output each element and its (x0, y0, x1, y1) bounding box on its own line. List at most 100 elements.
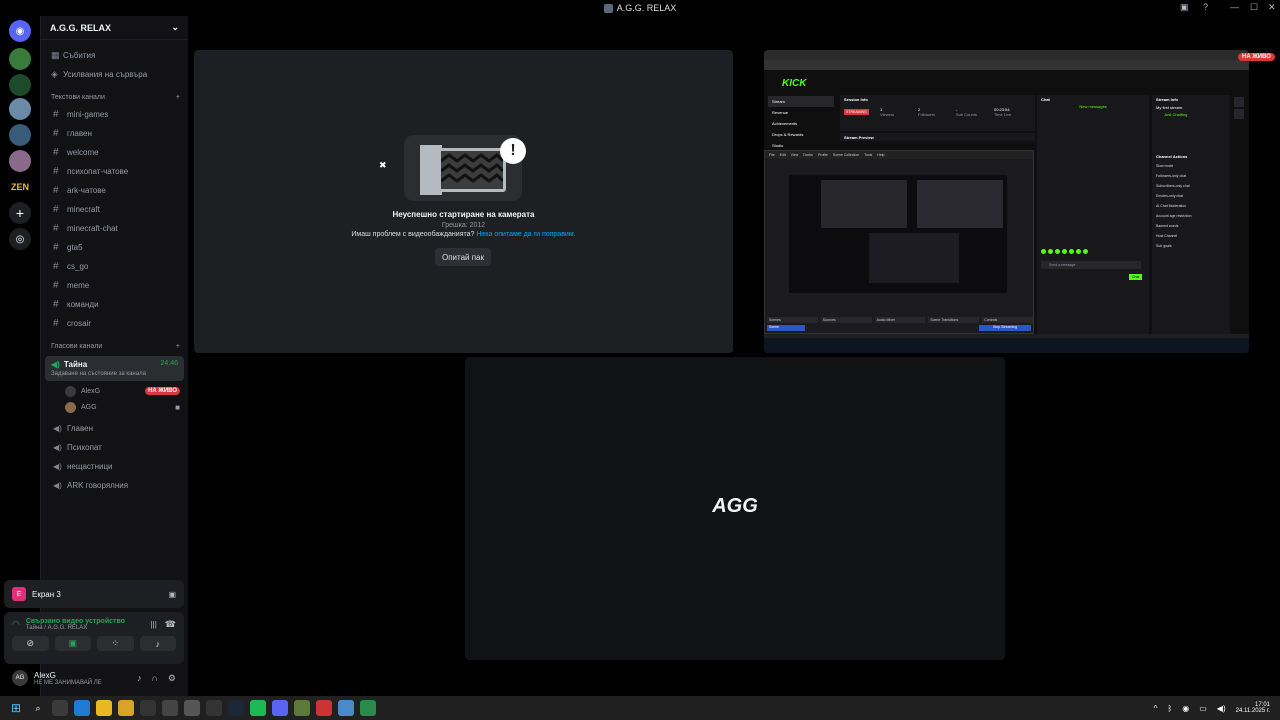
stream-tile[interactable]: KICK Stream Revenue Achievements Drops & Re… (764, 50, 1249, 353)
network-icon[interactable]: ▭ (1199, 704, 1207, 713)
start-icon[interactable]: ⊞ (8, 700, 24, 716)
server-icon-zen[interactable]: ZEN (9, 176, 31, 198)
capcut-icon[interactable] (184, 700, 200, 716)
voice-channel-item[interactable]: ◀) Психопат (41, 438, 188, 457)
minimize-icon[interactable]: — (1230, 2, 1239, 12)
screen-share-button[interactable]: ▣ (54, 636, 91, 651)
kick-nav-item[interactable]: Achievements (768, 118, 834, 129)
kick-nav-item[interactable]: Revenue (768, 107, 834, 118)
voice-category[interactable]: Гласови канали + (41, 338, 188, 354)
steam-tray-icon[interactable]: ◉ (1182, 704, 1189, 713)
server-icon-1[interactable] (9, 48, 31, 70)
obs-menu-item[interactable]: Profile (818, 153, 828, 157)
obs-menu-item[interactable]: View (791, 153, 799, 157)
voice-user[interactable]: AlexG НА ЖИВО (41, 383, 188, 399)
close-icon[interactable]: ✕ (1268, 2, 1276, 13)
app-icon[interactable] (140, 700, 156, 716)
add-voice-channel-icon[interactable]: + (176, 343, 180, 350)
text-category[interactable]: Текстови канали + (41, 89, 188, 105)
channel-item[interactable]: # meme (41, 276, 188, 295)
settings-gear-icon[interactable]: ⚙ (168, 673, 176, 684)
agg-participant-tile[interactable]: AGG (465, 357, 1005, 660)
headphones-icon[interactable]: ∩ (151, 673, 157, 683)
channel-item[interactable]: # команди (41, 295, 188, 314)
channel-item[interactable]: # welcome (41, 143, 188, 162)
app-icon[interactable] (316, 700, 332, 716)
discover-icon[interactable]: ◎ (9, 228, 31, 250)
retry-button[interactable]: Опитай пак (435, 248, 491, 266)
activities-button[interactable]: ⁘ (97, 636, 134, 651)
channel-action-item[interactable]: Subscribers-only chat (1152, 181, 1230, 191)
channel-item[interactable]: # gta5 (41, 238, 188, 257)
channel-item[interactable]: # ark-чатове (41, 181, 188, 200)
chrome-icon[interactable] (96, 700, 112, 716)
soundboard-button[interactable]: ♪ (139, 636, 176, 651)
obs-stop-streaming-button[interactable]: Stop Streaming (979, 325, 1031, 331)
help-icon[interactable]: ? (1203, 2, 1208, 12)
popout-icon[interactable]: ▣ (168, 590, 176, 599)
channel-action-item[interactable]: Emotes-only chat (1152, 191, 1230, 201)
voice-channel-active[interactable]: ◀) Тайна 24:46 Задаване на състояние за ка… (45, 356, 184, 381)
obs-scene-item[interactable]: Scene (767, 325, 805, 331)
channel-action-item[interactable]: Account age restriction (1152, 211, 1230, 221)
add-channel-icon[interactable]: + (176, 94, 180, 101)
troubleshoot-link[interactable]: Нека опитаме да ги поправим. (476, 231, 575, 238)
events-item[interactable]: ▦ Събития (41, 46, 188, 65)
voice-channel-item[interactable]: ◀) нещастници (41, 457, 188, 476)
explorer-icon[interactable] (118, 700, 134, 716)
volume-icon[interactable]: ◀) (1217, 704, 1226, 713)
clock[interactable]: 17:01 24.11.2025 г. (1236, 702, 1270, 714)
minecraft-icon[interactable] (294, 700, 310, 716)
server-header[interactable]: A.G.G. RELAX ⌄ (41, 16, 188, 40)
channel-action-item[interactable]: Banned words (1152, 221, 1230, 231)
voice-user[interactable]: AGG ■ (41, 399, 188, 415)
voice-channel-item[interactable]: ◀) ARK говорялния (41, 476, 188, 495)
spotify-icon[interactable] (250, 700, 266, 716)
app-icon[interactable] (360, 700, 376, 716)
channel-action-item[interactable]: AI Chat Moderation (1152, 201, 1230, 211)
obs-icon[interactable] (162, 700, 178, 716)
voice-channel-item[interactable]: ◀) Главен (41, 419, 188, 438)
obs-menu-item[interactable]: Docks (803, 153, 813, 157)
channel-item[interactable]: # mini-games (41, 105, 188, 124)
server-icon-agg[interactable] (9, 98, 31, 120)
kick-nav-item[interactable]: Drops & Rewards (768, 129, 834, 140)
kick-nav-item[interactable]: Stream (768, 96, 834, 107)
disconnect-icon[interactable]: ☎ (165, 619, 176, 630)
obs-menu-item[interactable]: File (769, 153, 775, 157)
channel-item[interactable]: # cs_go (41, 257, 188, 276)
obs-menu-item[interactable]: Scene Collection (833, 153, 859, 157)
channel-item[interactable]: # minecraft (41, 200, 188, 219)
discord-icon[interactable] (272, 700, 288, 716)
channel-item[interactable]: # главен (41, 124, 188, 143)
channel-action-item[interactable]: Sub goals (1152, 241, 1230, 251)
voice-status-text[interactable]: Задаване на състояние за канала (51, 371, 178, 377)
kick-chat-send-button[interactable]: Chat (1129, 274, 1143, 280)
channel-item[interactable]: # crosair (41, 314, 188, 333)
obs-menu-item[interactable]: Tools (864, 153, 872, 157)
inbox-icon[interactable]: ▣ (1180, 2, 1189, 13)
search-icon[interactable]: ⌕ (30, 700, 46, 716)
obs-menu-item[interactable]: Edit (780, 153, 786, 157)
tray-chevron-icon[interactable]: ^ (1154, 704, 1158, 713)
bluetooth-icon[interactable]: ᛒ (1167, 704, 1172, 713)
task-view-icon[interactable] (52, 700, 68, 716)
channel-item[interactable]: # психопат-чатове (41, 162, 188, 181)
boosts-item[interactable]: ◈ Усилвания на сървъра (41, 65, 188, 84)
noise-icon[interactable]: ||| (151, 620, 157, 629)
add-server-icon[interactable]: + (9, 202, 31, 224)
kick-chat-input[interactable]: Send a message (1041, 261, 1141, 269)
channel-action-item[interactable]: Host Channel (1152, 231, 1230, 241)
server-icon-5[interactable] (9, 150, 31, 172)
maximize-icon[interactable]: ☐ (1250, 2, 1258, 13)
discord-home-icon[interactable]: ◉ (9, 20, 31, 42)
microphone-icon[interactable]: ♪ (137, 673, 142, 683)
connection-location[interactable]: Тайна / A.G.G. RELAX (26, 625, 151, 631)
obs-menu-item[interactable]: Help (877, 153, 884, 157)
server-icon-4[interactable] (9, 124, 31, 146)
camera-toggle-button[interactable]: ⊘ (12, 636, 49, 651)
steam-icon[interactable] (228, 700, 244, 716)
channel-action-item[interactable]: Followers-only chat (1152, 171, 1230, 181)
user-avatar[interactable]: AG (12, 670, 28, 686)
channel-action-item[interactable]: Slow mode (1152, 161, 1230, 171)
